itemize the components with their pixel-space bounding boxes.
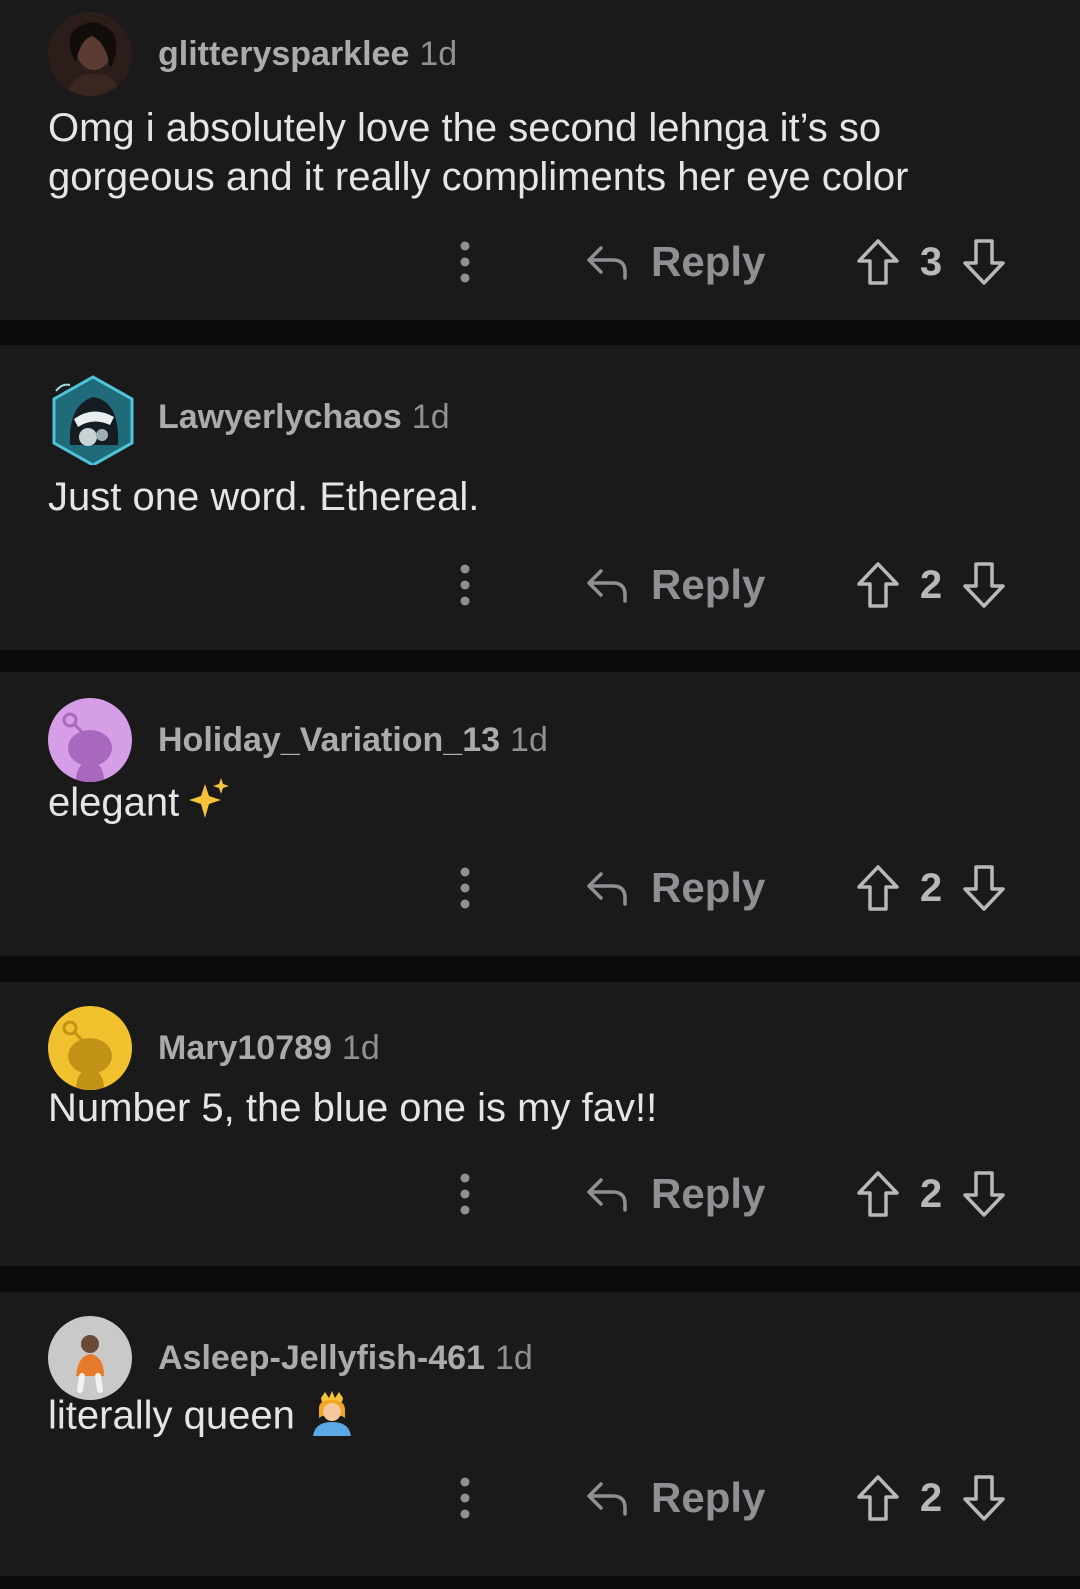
upvote-icon[interactable]: [855, 863, 901, 913]
vote-score: 2: [919, 562, 943, 607]
princess-icon: [309, 1388, 355, 1448]
downvote-icon[interactable]: [961, 560, 1007, 610]
more-options-button[interactable]: [445, 1164, 485, 1224]
comment-header: Holiday_Variation_13 1d: [48, 698, 548, 782]
comment-age: 1d: [341, 1029, 380, 1067]
comment-feed: glitterysparklee 1d Omg i absolutely love…: [0, 0, 1080, 1589]
reply-icon: [587, 1178, 627, 1212]
comment-card: Holiday_Variation_13 1d elegant Reply 2: [0, 672, 1080, 956]
comment-header: Lawyerlychaos 1d: [48, 375, 450, 465]
comment-text: Number 5, the blue one is my fav!!: [48, 1086, 658, 1130]
vote-controls: 2: [855, 1468, 1007, 1528]
vote-score: 2: [919, 865, 943, 910]
upvote-icon[interactable]: [855, 237, 901, 287]
vote-controls: 3: [855, 232, 1007, 292]
comment-actions: Reply 2: [0, 858, 1080, 918]
reply-button[interactable]: Reply: [585, 232, 765, 292]
vote-controls: 2: [855, 555, 1007, 615]
reply-button[interactable]: Reply: [585, 1164, 765, 1224]
vote-score: 2: [919, 1475, 943, 1520]
username[interactable]: Asleep-Jellyfish-461: [158, 1339, 485, 1377]
comment-actions: Reply 3: [0, 232, 1080, 292]
comment-card: Mary10789 1d Number 5, the blue one is my…: [0, 982, 1080, 1266]
more-vertical-icon: [460, 1173, 470, 1215]
reply-icon: [587, 1482, 627, 1516]
comment-text: Omg i absolutely love the second lehnga …: [48, 106, 909, 199]
snoo-avatar-icon[interactable]: [48, 698, 132, 782]
more-options-button[interactable]: [445, 555, 485, 615]
upvote-icon[interactable]: [855, 1169, 901, 1219]
more-vertical-icon: [460, 564, 470, 606]
comment-text: elegant: [48, 776, 1008, 834]
comment-text-content: literally queen: [48, 1393, 295, 1438]
reply-button[interactable]: Reply: [585, 1468, 765, 1528]
reply-icon: [587, 246, 627, 280]
reply-label: Reply: [651, 238, 766, 285]
comment-actions: Reply 2: [0, 555, 1080, 615]
more-options-button[interactable]: [445, 858, 485, 918]
vote-controls: 2: [855, 1164, 1007, 1224]
downvote-icon[interactable]: [961, 237, 1007, 287]
reply-label: Reply: [651, 561, 766, 608]
vote-score: 2: [919, 1171, 943, 1216]
username[interactable]: Mary10789: [158, 1029, 332, 1067]
vote-controls: 2: [855, 858, 1007, 918]
username[interactable]: Lawyerlychaos: [158, 398, 402, 436]
upvote-icon[interactable]: [855, 560, 901, 610]
downvote-icon[interactable]: [961, 1473, 1007, 1523]
snoo-avatar-icon[interactable]: [48, 1006, 132, 1090]
reply-label: Reply: [651, 1474, 766, 1521]
comment-age: 1d: [411, 398, 450, 436]
comment-header: glitterysparklee 1d: [48, 12, 457, 96]
reply-button[interactable]: Reply: [585, 858, 765, 918]
comment-text: literally queen: [48, 1388, 1008, 1448]
comment-age: 1d: [419, 35, 458, 73]
photo-avatar-icon[interactable]: [48, 12, 132, 96]
vote-score: 3: [919, 239, 943, 284]
comment-card: Lawyerlychaos 1d Just one word. Ethereal.…: [0, 345, 1080, 650]
sparkles-icon: [185, 776, 231, 834]
reply-icon: [587, 872, 627, 906]
comment-card: glitterysparklee 1d Omg i absolutely love…: [0, 0, 1080, 320]
reply-icon: [587, 569, 627, 603]
more-vertical-icon: [460, 241, 470, 283]
hooded-gasmask-avatar-icon[interactable]: [48, 375, 134, 465]
comment-text-content: elegant: [48, 780, 180, 825]
more-options-button[interactable]: [445, 232, 485, 292]
reply-label: Reply: [651, 1170, 766, 1217]
comment-actions: Reply 2: [0, 1164, 1080, 1224]
reply-button[interactable]: Reply: [585, 555, 765, 615]
downvote-icon[interactable]: [961, 863, 1007, 913]
more-options-button[interactable]: [445, 1468, 485, 1528]
username[interactable]: Holiday_Variation_13: [158, 721, 500, 759]
username[interactable]: glitterysparklee: [158, 35, 409, 73]
comment-age: 1d: [494, 1339, 533, 1377]
comment-card: Asleep-Jellyfish-4611d literally queen: [0, 1292, 1080, 1576]
comment-text: Just one word. Ethereal.: [48, 475, 480, 519]
downvote-icon[interactable]: [961, 1169, 1007, 1219]
upvote-icon[interactable]: [855, 1473, 901, 1523]
more-vertical-icon: [460, 1477, 470, 1519]
reply-label: Reply: [651, 864, 766, 911]
comment-actions: Reply 2: [0, 1468, 1080, 1528]
comment-header: Mary10789 1d: [48, 1006, 380, 1090]
comment-age: 1d: [510, 721, 548, 759]
more-vertical-icon: [460, 867, 470, 909]
